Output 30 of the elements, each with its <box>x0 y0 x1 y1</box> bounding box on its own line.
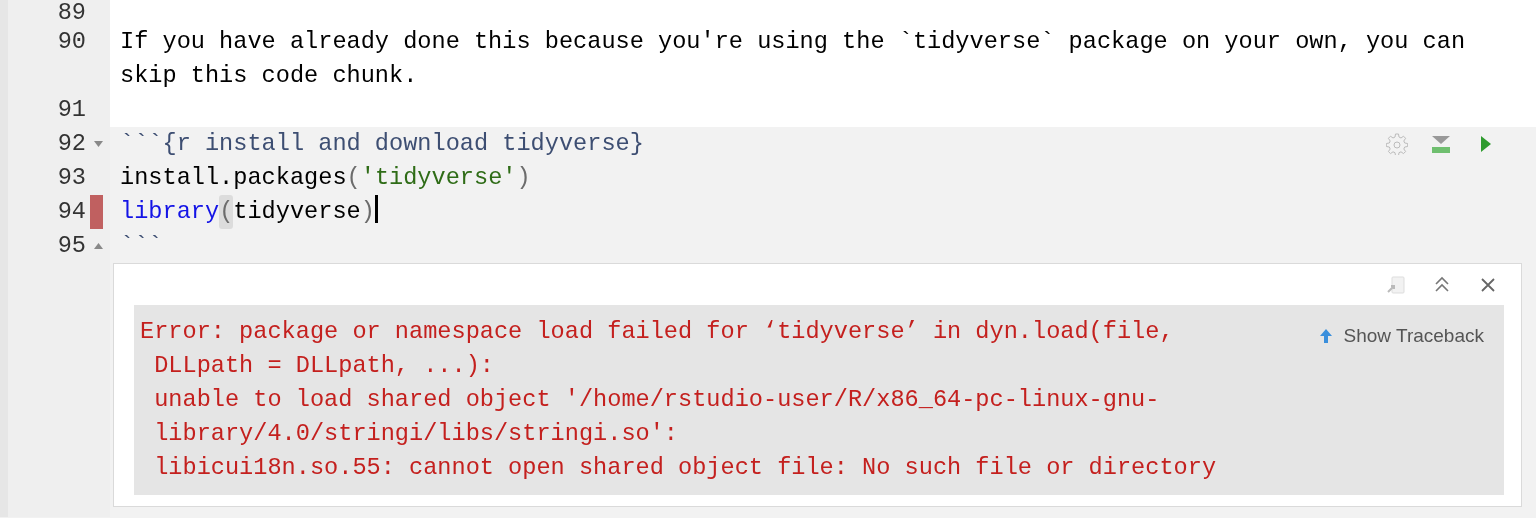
settings-icon[interactable] <box>1386 133 1408 155</box>
popout-icon[interactable] <box>1386 274 1406 295</box>
string-literal: 'tidyverse' <box>360 163 517 193</box>
line-number: 95 <box>56 231 86 261</box>
matched-paren: ( <box>219 195 234 229</box>
prose-text: If you have already done this because you're using the `tidyverse` package on your own, you can skip this code chunk. <box>120 27 1467 91</box>
run-above-icon[interactable] <box>1430 133 1452 155</box>
code-paren: ) <box>516 163 531 193</box>
show-traceback-link[interactable]: Show Traceback <box>1317 315 1498 347</box>
line-number: 93 <box>56 163 86 193</box>
code-paren: ( <box>346 163 361 193</box>
fold-icon[interactable] <box>93 141 103 147</box>
function-name: library <box>120 197 220 227</box>
error-message: library/4.0/stringi/libs/stringi.so': <box>153 419 680 449</box>
code-identifier: install.packages <box>120 163 347 193</box>
code-paren: ) <box>360 197 375 227</box>
unfold-icon[interactable] <box>93 243 103 249</box>
line-number: 91 <box>56 95 86 125</box>
error-message: libicui18n.so.55: cannot open shared object file: No such file or directory <box>153 453 1218 483</box>
chunk-header-code: ``` <box>120 231 163 261</box>
arrow-up-icon <box>1317 328 1334 344</box>
line-number: 89 <box>56 0 86 25</box>
line-number: 94 <box>56 197 86 227</box>
error-message: DLLpath = DLLpath, ...): <box>153 351 495 381</box>
chunk-header-code: ```{r install and download tidyverse} <box>120 129 644 159</box>
error-message: Error: package or namespace load failed for ‘tidyverse’ in dyn.load(file, <box>140 317 1175 347</box>
error-message: unable to load shared object '/home/rstudio-user/R/x86_64-pc-linux-gnu- <box>153 385 1161 415</box>
code-identifier: tidyverse <box>233 197 361 227</box>
line-number: 92 <box>56 129 86 159</box>
line-number: 90 <box>56 27 86 57</box>
